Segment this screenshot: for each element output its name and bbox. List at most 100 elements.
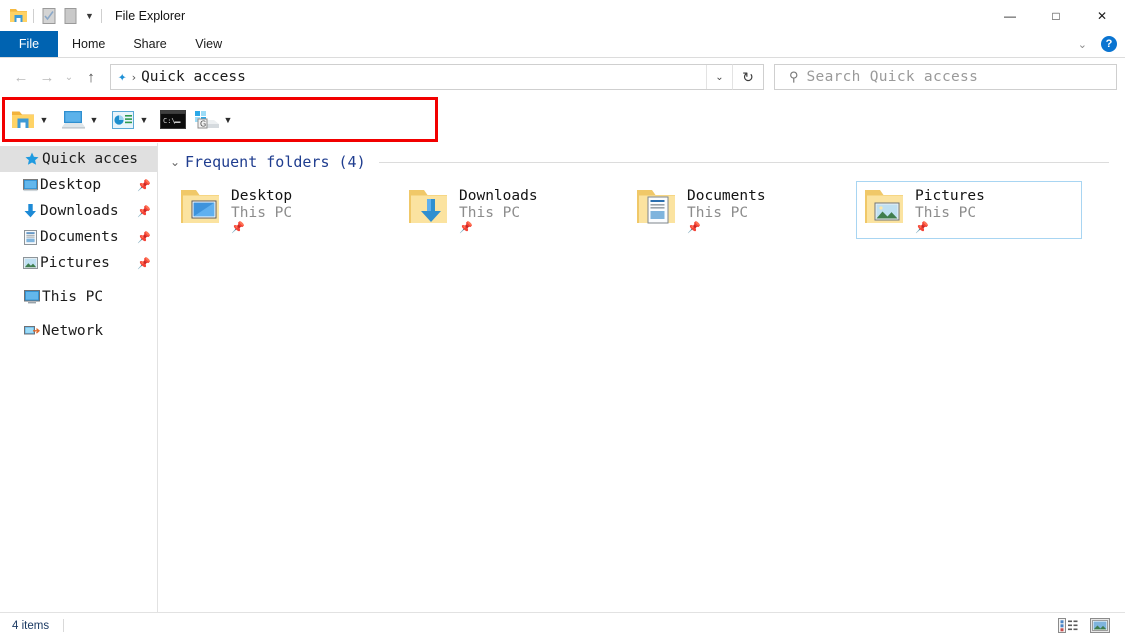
maximize-button[interactable]: □ [1033,0,1079,31]
table-row[interactable]: Desktop This PC 📌 [172,181,398,239]
pin-icon: 📌 [459,222,473,234]
pin-icon: 📌 [915,222,929,234]
properties-button[interactable]: ▼ [110,107,152,133]
tile-name: Downloads [459,188,538,204]
table-row[interactable]: Pictures This PC 📌 [856,181,1082,239]
sidebar-item-label: Downloads [40,203,119,219]
pin-icon: 📌 [137,256,151,270]
divider [378,161,1109,163]
tab-view[interactable]: View [181,31,237,57]
sidebar-item-label: Desktop [40,177,102,193]
folder-downloads-icon [407,186,455,232]
tile-location: This PC [459,205,521,221]
tab-file[interactable]: File [0,31,58,57]
svg-text:G: G [200,119,206,128]
table-row[interactable]: Downloads This PC 📌 [400,181,626,239]
pin-icon: 📌 [137,230,151,244]
sidebar-item-documents[interactable]: Documents 📌 [0,224,157,250]
properties-icon[interactable] [38,5,60,27]
map-network-drive-button[interactable]: G ▼ [194,107,236,133]
sidebar-item-downloads[interactable]: Downloads 📌 [0,198,157,224]
star-icon [22,152,42,166]
sidebar-item-label: Quick acces [42,151,139,167]
up-button[interactable]: ↑ [78,64,104,90]
file-explorer-window: ▼ File Explorer — □ ✕ File Home Share Vi… [0,0,1125,638]
ribbon-right-controls: ⌄ ? [1072,31,1125,57]
new-folder-icon[interactable] [60,5,82,27]
computer-caret-icon[interactable]: ▼ [86,109,102,131]
download-icon [20,204,40,218]
this-pc-icon [22,290,42,304]
tile-text: Pictures This PC 📌 [915,186,985,235]
close-button[interactable]: ✕ [1079,0,1125,31]
table-row[interactable]: Documents This PC 📌 [628,181,854,239]
pin-icon: 📌 [137,204,151,218]
document-icon [20,229,40,245]
tab-home[interactable]: Home [58,31,119,57]
recent-locations-button[interactable]: ⌄ [60,64,78,90]
open-folder-button[interactable]: ▼ [10,107,52,133]
custom-toolbar-region: ▼ ▼ ▼ C:\ G ▼ [0,96,1125,143]
sidebar-item-quick-access[interactable]: Quick acces [0,146,157,172]
tile-text: Documents This PC 📌 [687,186,766,235]
tile-name: Documents [687,188,766,204]
divider [63,619,65,632]
search-box[interactable]: ⚲ Search Quick access [774,64,1117,90]
details-view-button[interactable] [1057,617,1079,635]
tile-name: Pictures [915,188,985,204]
refresh-button[interactable]: ↻ [732,64,764,90]
picture-icon [20,257,40,269]
sidebar-item-pictures[interactable]: Pictures 📌 [0,250,157,276]
open-computer-button[interactable]: ▼ [60,107,102,133]
forward-button[interactable]: → [34,64,60,90]
network-drive-caret-icon[interactable]: ▼ [220,109,236,131]
sidebar-item-label: Network [42,323,104,339]
folder-documents-icon [635,186,683,232]
window-title: File Explorer [115,8,186,23]
tile-text: Downloads This PC 📌 [459,186,538,235]
sidebar-item-label: Documents [40,229,119,245]
ribbon-tabs: File Home Share View ⌄ ? [0,31,1125,58]
address-dropdown-icon[interactable]: ⌄ [706,65,732,89]
chevron-down-icon[interactable]: ⌄ [168,155,182,169]
folder-pictures-icon [863,186,911,232]
command-prompt-button[interactable]: C:\ [160,107,186,133]
desktop-icon [20,178,40,192]
separator [101,8,102,23]
breadcrumb-separator: › [130,70,138,84]
search-icon: ⚲ [789,69,799,84]
item-count: 4 items [12,619,50,632]
computer-icon [60,107,86,133]
quick-access-star-icon: ✦ [118,69,127,85]
sidebar-item-this-pc[interactable]: This PC [0,284,157,310]
large-icons-view-button[interactable] [1089,617,1111,635]
minimize-button[interactable]: — [987,0,1033,31]
tile-text: Desktop This PC 📌 [231,186,292,235]
help-icon[interactable]: ? [1101,36,1117,52]
tile-location: This PC [687,205,749,221]
status-bar: 4 items [0,612,1125,638]
sidebar-item-desktop[interactable]: Desktop 📌 [0,172,157,198]
sidebar-item-network[interactable]: Network [0,318,157,344]
tab-share[interactable]: Share [119,31,180,57]
breadcrumb[interactable]: ✦ › Quick access [111,69,706,85]
command-prompt-icon: C:\ [160,107,186,133]
tile-location: This PC [915,205,977,221]
search-input[interactable]: Search Quick access [807,69,979,85]
back-button[interactable]: ← [8,64,34,90]
frequent-folders-group-header: ⌄ Frequent folders (4) [168,151,1125,173]
folder-icon [10,107,36,133]
properties-caret-icon[interactable]: ▼ [136,109,152,131]
sidebar-item-label: This PC [42,289,104,305]
breadcrumb-current: Quick access [141,69,246,85]
title-bar: ▼ File Explorer — □ ✕ [0,0,1125,31]
folder-caret-icon[interactable]: ▼ [36,109,52,131]
network-icon [22,324,42,338]
address-bar-row: ← → ⌄ ↑ ✦ › Quick access ⌄ ↻ ⚲ Search Qu… [0,58,1125,96]
address-bar[interactable]: ✦ › Quick access ⌄ [110,64,733,90]
customize-qat-caret-icon[interactable]: ▼ [82,5,97,27]
explorer-icon[interactable] [7,5,29,27]
expand-ribbon-chevron-icon[interactable]: ⌄ [1072,38,1093,51]
